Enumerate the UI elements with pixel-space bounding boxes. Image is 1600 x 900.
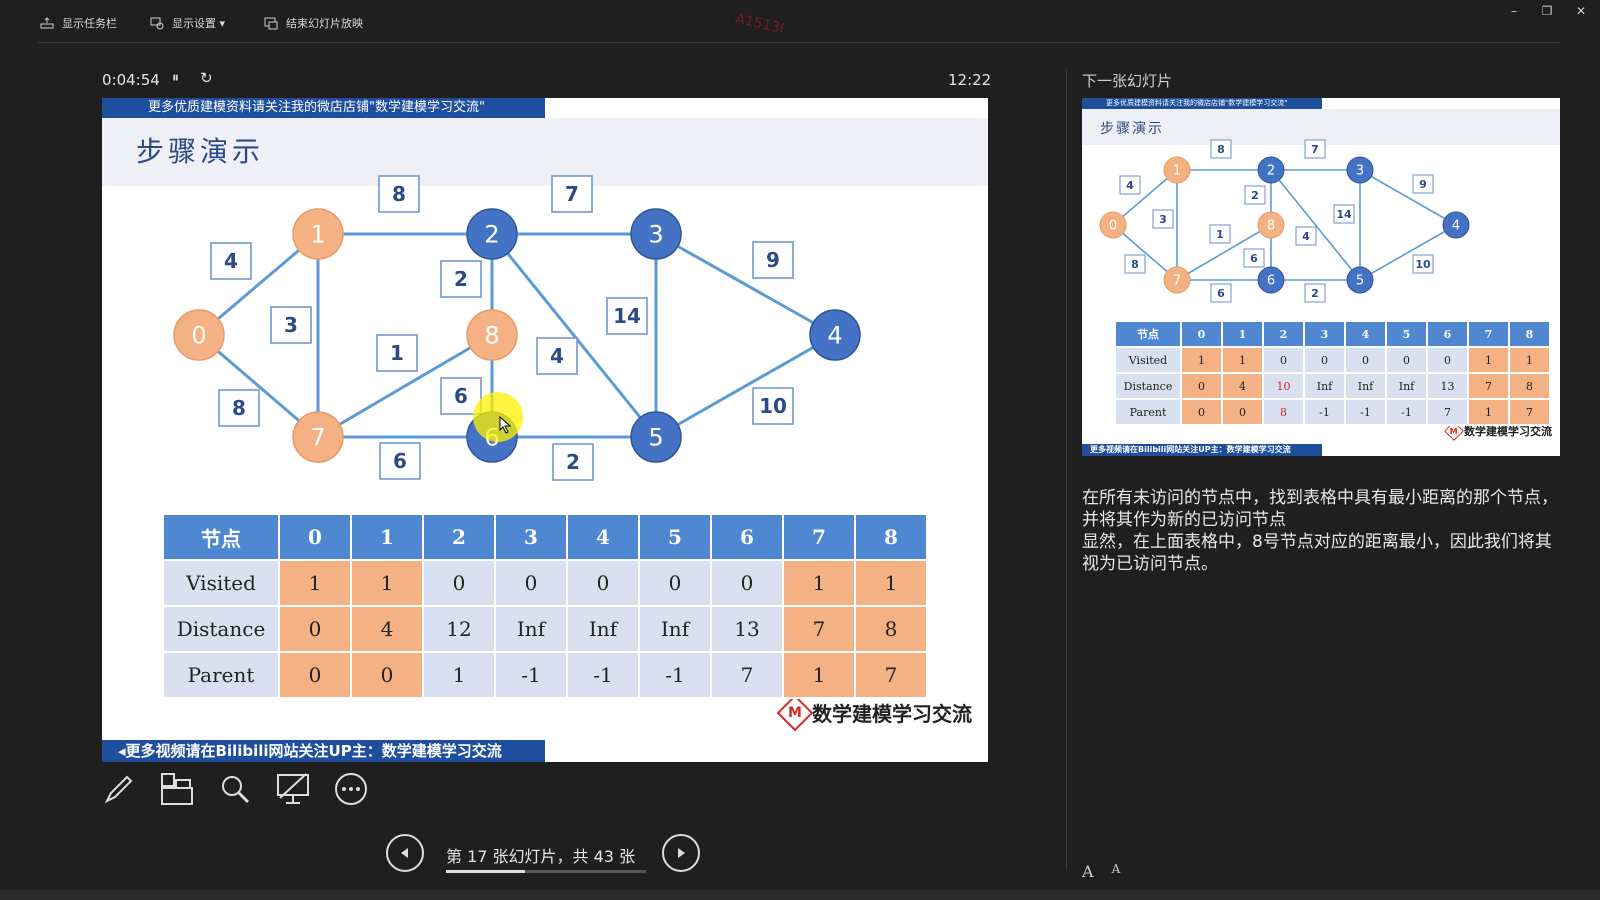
- more-options-button[interactable]: [334, 772, 368, 806]
- thumb-node-label: 4: [1452, 219, 1460, 234]
- triangle-right-icon: [678, 848, 685, 858]
- notes-line-1: 在所有未访问的节点中，找到表格中具有最小距离的那个节点，并将其作为新的已访问节点: [1082, 488, 1558, 530]
- thumb-weight-label: 8: [1217, 143, 1225, 156]
- thumb-weight-label: 7: [1311, 143, 1319, 156]
- magnifier-icon: [222, 776, 250, 804]
- thumb-weight-label: 14: [1336, 208, 1352, 221]
- thumb-weight-label: 4: [1126, 179, 1134, 192]
- pen-tool-button[interactable]: [102, 772, 136, 806]
- ellipsis-icon: [335, 773, 367, 805]
- thumb-node-label: 6: [1267, 274, 1275, 289]
- thumb-edge-4-5: [1359, 224, 1457, 281]
- thumb-node-label: 5: [1356, 274, 1364, 289]
- thumb-weight-label: 6: [1217, 287, 1225, 300]
- thumb-graph: 8 7 4 2 9 3 1 14 4 6 8 10 6 2 0 1 2 3 4 5 6 7 8: [1099, 139, 1470, 303]
- previous-slide-button[interactable]: [386, 834, 424, 872]
- next-slide-button[interactable]: [662, 834, 700, 872]
- speaker-notes[interactable]: 在所有未访问的节点中，找到表格中具有最小距离的那个节点，并将其作为新的已访问节点…: [1082, 487, 1562, 575]
- slide-counter: 第 17 张幻灯片，共 43 张: [446, 847, 636, 866]
- thumb-weight-label: 3: [1159, 213, 1167, 226]
- thumb-node-label: 1: [1173, 164, 1181, 179]
- thumb-node-label: 8: [1267, 219, 1275, 234]
- thumb-weight-label: 2: [1251, 189, 1259, 202]
- thumb-edge-3-4: [1359, 169, 1457, 226]
- presenter-tools: [102, 772, 368, 806]
- thumb-weight-label: 8: [1131, 258, 1139, 271]
- triangle-left-icon: [401, 848, 408, 858]
- thumb-node-label: 7: [1173, 274, 1181, 289]
- thumb-node-label: 3: [1356, 164, 1364, 179]
- thumb-node-label: 0: [1109, 219, 1117, 234]
- decrease-font-button[interactable]: A: [1112, 862, 1121, 881]
- thumb-node-label: 2: [1267, 164, 1275, 179]
- black-screen-button[interactable]: [276, 772, 310, 806]
- notes-line-2: 显然，在上面表格中，8号节点对应的距离最小，因此我们将其视为已访问节点。: [1082, 532, 1552, 574]
- thumb-weight-label: 1: [1216, 228, 1224, 241]
- thumb-weight-label: 6: [1250, 252, 1258, 265]
- increase-font-button[interactable]: A: [1082, 862, 1094, 881]
- slide-navigation: 第 17 张幻灯片，共 43 张: [386, 834, 706, 874]
- zoom-button[interactable]: [218, 772, 252, 806]
- bottom-strip: [0, 890, 1600, 900]
- thumb-weight-label: 2: [1311, 287, 1319, 300]
- notes-font-controls: A A: [1082, 862, 1120, 881]
- grid-icon: [161, 773, 193, 805]
- thumb-weight-label: 9: [1419, 178, 1427, 191]
- see-all-slides-button[interactable]: [160, 772, 194, 806]
- pen-icon: [104, 775, 133, 804]
- slide-progress-bar: [446, 870, 646, 873]
- slide-progress-fill: [446, 870, 525, 873]
- thumb-weight-label: 4: [1302, 230, 1310, 243]
- screen-slash-icon: [277, 773, 309, 804]
- thumb-weight-label: 10: [1415, 258, 1431, 271]
